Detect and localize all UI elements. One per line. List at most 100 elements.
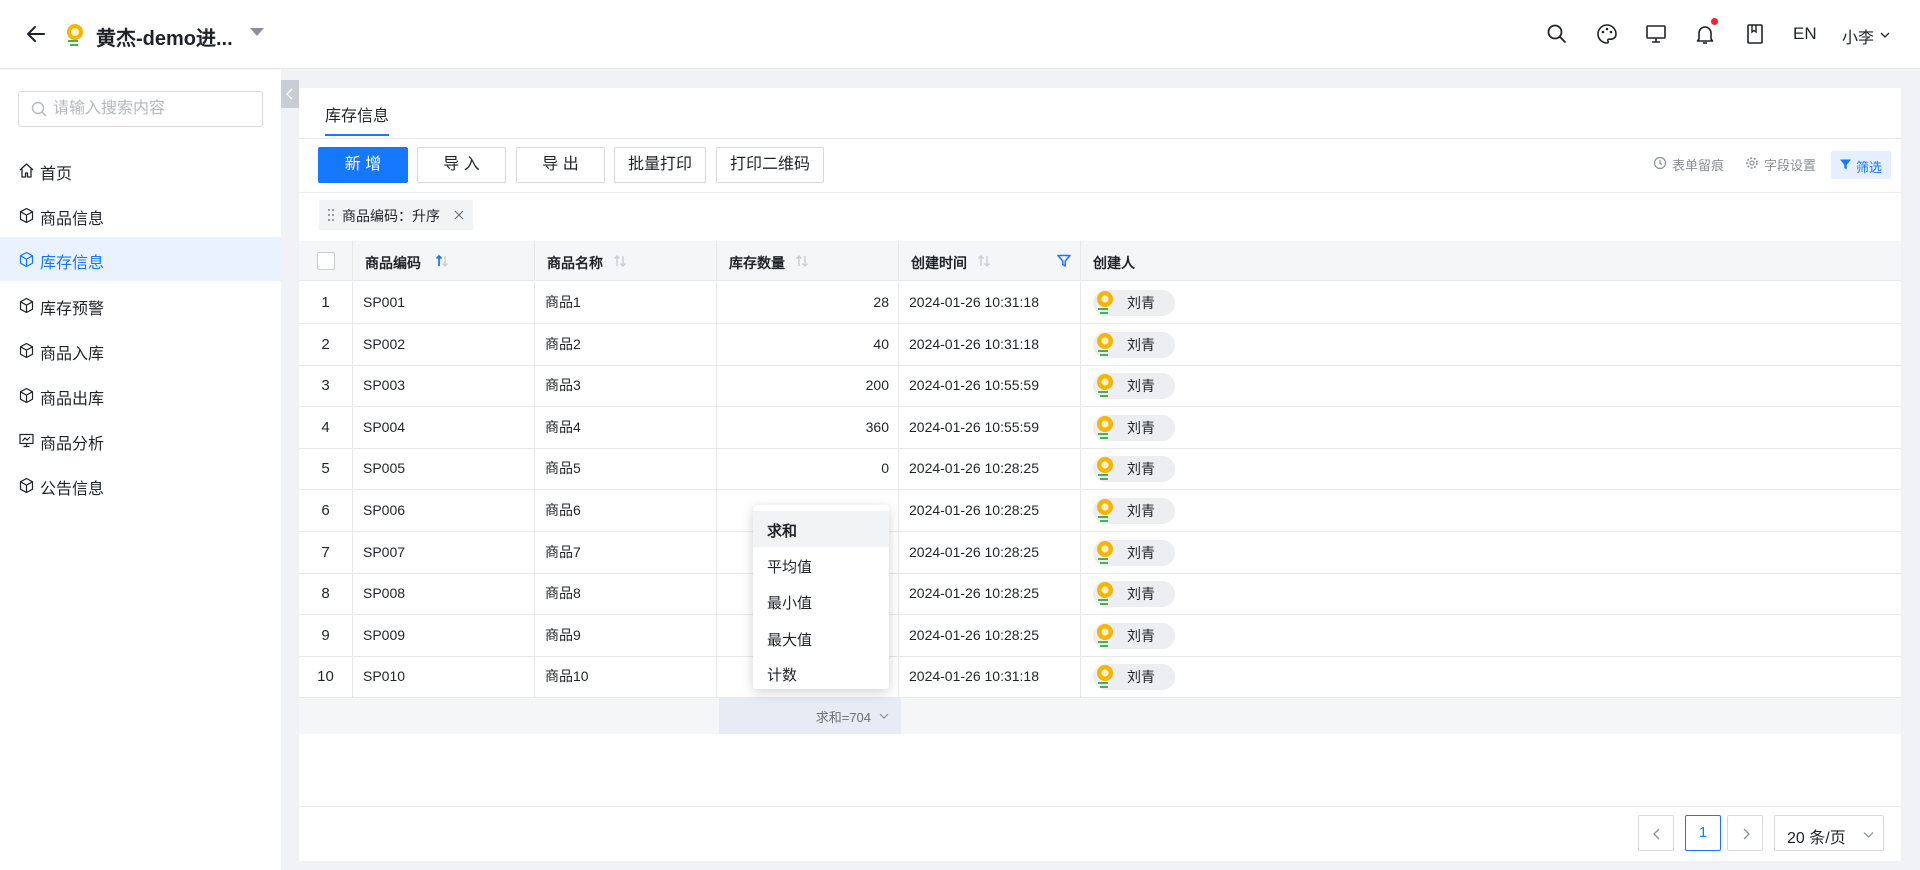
creator-avatar-icon: [1097, 582, 1113, 605]
creator-avatar-icon: [1097, 374, 1113, 397]
filter-label: 筛选: [1856, 160, 1883, 175]
import-button[interactable]: 导 入: [417, 147, 506, 183]
creator-avatar-icon: [1097, 333, 1113, 356]
top-bar: 黄杰-demo进... EN 小李: [0, 0, 1920, 69]
aggregation-menu: 求和 平均值 最小值 最大值 计数: [753, 505, 889, 689]
creator-avatar-icon: [1097, 541, 1113, 564]
batch-print-button[interactable]: 批量打印: [614, 147, 706, 183]
table-row[interactable]: 6 SP006 商品6 2024-01-26 10:28:25 刘青: [299, 490, 1901, 532]
print-qrcode-button[interactable]: 打印二维码: [716, 147, 824, 183]
column-header-name[interactable]: 商品名称: [535, 241, 717, 281]
table-row[interactable]: 8 SP008 商品8 2024-01-26 10:28:25 刘青: [299, 573, 1901, 615]
app-title[interactable]: 黄杰-demo进...: [96, 22, 233, 51]
creator-tag[interactable]: 刘青: [1093, 332, 1175, 358]
qty-summary-cell[interactable]: 求和=704: [719, 698, 901, 734]
column-header-code[interactable]: 商品编码: [353, 241, 535, 281]
table-row[interactable]: 7 SP007 商品7 2024-01-26 10:28:25 刘青: [299, 532, 1901, 574]
qty-summary-value: 求和=704: [815, 710, 871, 725]
sort-icon[interactable]: [613, 254, 627, 268]
agg-option-max[interactable]: 最大值: [753, 620, 889, 656]
search-icon[interactable]: [1545, 22, 1569, 46]
sidebar-item-inventory-warning[interactable]: 库存预警: [0, 283, 281, 327]
creator-tag[interactable]: 刘青: [1093, 498, 1175, 524]
sidebar-search[interactable]: [18, 91, 263, 127]
add-button[interactable]: 新 增: [318, 147, 408, 183]
creator-avatar-icon: [1097, 457, 1113, 480]
sort-chip[interactable]: 商品编码：升序: [319, 200, 473, 230]
monitor-icon[interactable]: [1644, 22, 1668, 46]
table-row[interactable]: 5 SP005 商品5 0 2024-01-26 10:28:25 刘青: [299, 448, 1901, 490]
close-icon[interactable]: [453, 209, 465, 221]
creator-tag[interactable]: 刘青: [1093, 456, 1175, 482]
table-row[interactable]: 4 SP004 商品4 360 2024-01-26 10:55:59 刘青: [299, 407, 1901, 449]
export-button[interactable]: 导 出: [516, 147, 605, 183]
agg-option-sum[interactable]: 求和: [753, 511, 889, 547]
select-all-checkbox[interactable]: [317, 252, 335, 270]
palette-icon[interactable]: [1595, 22, 1619, 46]
box-icon: [19, 477, 34, 494]
chevron-down-icon[interactable]: [1880, 30, 1890, 40]
table-row[interactable]: 3 SP003 商品3 200 2024-01-26 10:55:59 刘青: [299, 365, 1901, 407]
chevron-right-icon: [1743, 828, 1750, 840]
box-icon: [19, 297, 34, 314]
sort-icon[interactable]: [795, 254, 809, 268]
creator-tag[interactable]: 刘青: [1093, 623, 1175, 649]
agg-option-min[interactable]: 最小值: [753, 583, 889, 619]
creator-tag[interactable]: 刘青: [1093, 373, 1175, 399]
agg-option-average[interactable]: 平均值: [753, 547, 889, 583]
creator-name: 刘青: [1127, 461, 1155, 477]
cell-code: SP010: [353, 656, 535, 697]
cell-code: SP001: [353, 282, 535, 323]
table-row[interactable]: 1 SP001 商品1 28 2024-01-26 10:31:18 刘青: [299, 282, 1901, 324]
notification-bell-icon[interactable]: [1693, 22, 1717, 46]
creator-name: 刘青: [1127, 628, 1155, 644]
sidebar-search-input[interactable]: [53, 96, 253, 122]
column-header-created-time[interactable]: 创建时间: [899, 241, 1081, 281]
sidebar-item-product-info[interactable]: 商品信息: [0, 193, 281, 237]
sidebar-item-announcements[interactable]: 公告信息: [0, 463, 281, 507]
back-arrow-icon[interactable]: [24, 22, 48, 46]
creator-tag[interactable]: 刘青: [1093, 415, 1175, 441]
drag-handle-icon[interactable]: [327, 208, 335, 222]
cell-name: 商品9: [535, 615, 717, 656]
sidebar-item-home[interactable]: 首页: [0, 148, 281, 192]
cell-name: 商品6: [535, 490, 717, 531]
tab-inventory-info[interactable]: 库存信息: [325, 102, 389, 126]
table-row[interactable]: 10 SP010 商品10 2024-01-26 10:31:18 刘青: [299, 656, 1901, 698]
row-index: 6: [299, 490, 353, 531]
cell-code: SP003: [353, 365, 535, 406]
sort-icon[interactable]: [977, 254, 991, 268]
agg-option-count[interactable]: 计数: [753, 655, 889, 691]
column-header-qty[interactable]: 库存数量: [717, 241, 899, 281]
bookmark-book-icon[interactable]: [1743, 22, 1767, 46]
creator-tag[interactable]: 刘青: [1093, 581, 1175, 607]
creator-tag[interactable]: 刘青: [1093, 664, 1175, 690]
table-row[interactable]: 2 SP002 商品2 40 2024-01-26 10:31:18 刘青: [299, 324, 1901, 366]
cell-created-time: 2024-01-26 10:28:25: [899, 490, 1081, 531]
sidebar-item-stock-out[interactable]: 商品出库: [0, 373, 281, 417]
user-menu[interactable]: 小李: [1842, 24, 1874, 48]
sidebar-item-product-analysis[interactable]: 商品分析: [0, 418, 281, 462]
creator-name: 刘青: [1127, 420, 1155, 436]
active-tab-indicator: [325, 134, 389, 136]
page-number-current[interactable]: 1: [1685, 815, 1721, 851]
next-page-button[interactable]: [1727, 815, 1763, 851]
app-switch-caret-icon[interactable]: [250, 28, 264, 36]
sidebar-item-label: 商品入库: [40, 346, 105, 363]
language-switch[interactable]: EN: [1793, 24, 1817, 44]
column-filter-icon[interactable]: [1057, 254, 1071, 268]
column-header-creator[interactable]: 创建人: [1081, 241, 1901, 281]
agg-option-label: 计数: [767, 667, 798, 684]
prev-page-button[interactable]: [1638, 815, 1674, 851]
creator-tag[interactable]: 刘青: [1093, 540, 1175, 566]
page-size-select[interactable]: 20 条/页: [1774, 815, 1884, 851]
filter-button[interactable]: 筛选: [1831, 151, 1891, 179]
creator-tag[interactable]: 刘青: [1093, 290, 1175, 316]
table-row[interactable]: 9 SP009 商品9 2024-01-26 10:28:25 刘青: [299, 615, 1901, 657]
cell-creator: 刘青: [1081, 448, 1901, 489]
sort-ascending-icon[interactable]: [435, 254, 449, 268]
sidebar-item-stock-in[interactable]: 商品入库: [0, 328, 281, 372]
creator-name: 刘青: [1127, 378, 1155, 394]
sidebar-item-inventory-info[interactable]: 库存信息: [0, 237, 281, 281]
sidebar-collapse-button[interactable]: [281, 80, 299, 108]
